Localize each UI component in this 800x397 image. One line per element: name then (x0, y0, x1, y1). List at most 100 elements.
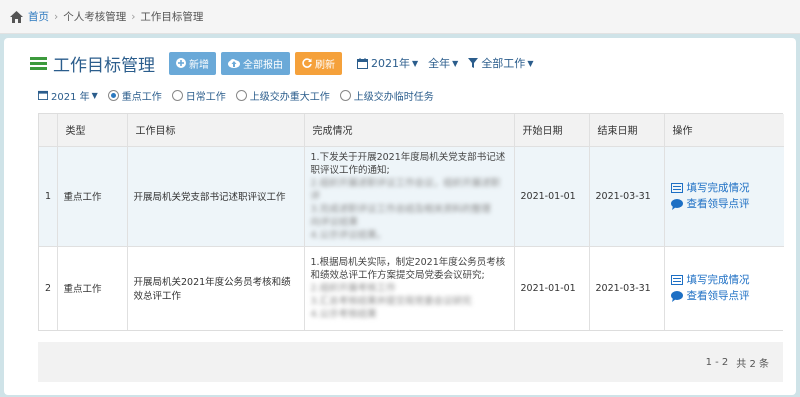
comment-icon (670, 198, 683, 210)
fill-completion-label: 填写完成情况 (686, 274, 750, 287)
column-header-index (39, 114, 57, 146)
home-icon (10, 10, 23, 23)
breadcrumb: 首页 › 个人考核管理 › 工作目标管理 (0, 0, 800, 34)
progress-line-blurred: 2.组织开展考核工作 (310, 282, 396, 294)
view-comment-link[interactable]: 查看领导点评 (670, 196, 779, 212)
main-panel: 工作目标管理 新增 全部报由 刷新 2021年 ▼ 全年 ▼ 全部工作 ▼ 20… (4, 38, 796, 395)
year-filter-value: 2021年 (371, 57, 410, 70)
cell-goal: 开展局机关2021年度公务员考核和绩效总评工作 (126, 245, 304, 330)
year-filter-dropdown[interactable]: 2021年 ▼ (357, 55, 418, 71)
column-header-action: 操作 (663, 114, 784, 146)
cell-goal: 开展局机关党支部书记述职评议工作 (126, 145, 304, 246)
progress-line-blurred: 2.组织开展述职评议工作会议，组织开展述职评 (310, 177, 501, 202)
radio-circle (107, 89, 119, 101)
table-row: 1 重点工作 开展局机关党支部书记述职评议工作 1.下发关于开展2021年度局机… (39, 145, 784, 246)
progress-line: 1.下发关于开展2021年度局机关党支部书记述 (310, 151, 506, 163)
refresh-button-label: 刷新 (315, 59, 335, 71)
radio-key-work[interactable]: 重点工作 (107, 88, 162, 103)
plus-circle-icon (176, 58, 186, 68)
radio-circle (339, 89, 351, 101)
breadcrumb-sep-1: › (54, 10, 59, 23)
cell-actions: 填写完成情况 查看领导点评 (663, 245, 784, 330)
column-header-goal: 工作目标 (126, 114, 304, 146)
refresh-icon (302, 58, 312, 68)
comment-icon (670, 290, 683, 302)
cell-start-date: 2021-01-01 (513, 145, 589, 246)
cell-end-date: 2021-03-31 (588, 245, 664, 330)
cell-index: 2 (39, 245, 57, 330)
cell-actions: 填写完成情况 查看领导点评 (663, 145, 784, 246)
export-all-button-label: 全部报由 (243, 59, 283, 71)
goals-table: 类型 工作目标 完成情况 开始日期 结束日期 操作 1 重点工作 开展局机关党支… (38, 113, 784, 331)
sub-year-dropdown[interactable]: 2021 年 ▼ (38, 88, 98, 103)
cell-end-date: 2021-03-31 (588, 145, 664, 246)
column-header-progress: 完成情况 (303, 114, 514, 146)
form-icon (670, 183, 683, 193)
calendar-icon (357, 57, 368, 69)
radio-label: 重点工作 (121, 91, 162, 103)
chevron-down-icon: ▼ (527, 58, 534, 68)
list-icon (30, 56, 47, 70)
progress-line-blurred: 4.公示评议结果。 (310, 229, 387, 241)
fill-completion-link[interactable]: 填写完成情况 (670, 180, 779, 196)
type-filter-dropdown[interactable]: 全部工作 ▼ (468, 55, 533, 71)
progress-line: 1.根据局机关实际，制定2021年度公务员考核 (310, 256, 506, 268)
breadcrumb-level2: 工作目标管理 (140, 11, 204, 23)
cloud-upload-icon (228, 59, 240, 68)
cell-progress: 1.下发关于开展2021年度局机关党支部书记述 职评议工作的通知; 2.组织开展… (303, 145, 514, 246)
radio-circle (235, 89, 247, 101)
chevron-down-icon: ▼ (412, 58, 419, 68)
fill-completion-label: 填写完成情况 (686, 182, 750, 194)
progress-line: 职评议工作的通知; (310, 164, 390, 176)
radio-major-assigned[interactable]: 上级交办重大工作 (235, 88, 330, 103)
radio-temp-assigned[interactable]: 上级交办临时任务 (339, 88, 434, 103)
progress-line-blurred: 向评议结果 (310, 216, 359, 228)
breadcrumb-level1[interactable]: 个人考核管理 (63, 9, 126, 24)
column-header-type: 类型 (56, 114, 127, 146)
breadcrumb-home-label: 首页 (28, 11, 49, 23)
progress-line-blurred: 3.完成述职评议工作总结及相关资料的整理 (310, 203, 491, 215)
period-filter-dropdown[interactable]: 全年 ▼ (428, 55, 458, 71)
page-title: 工作目标管理 (53, 55, 155, 76)
view-comment-label: 查看领导点评 (686, 290, 750, 303)
radio-circle (171, 89, 183, 101)
pagination-bar: 1 - 2 共 2 条 (38, 342, 783, 382)
sub-filter-row: 2021 年 ▼ 重点工作 日常工作 上级交办重大工作 上级交办临时任务 (38, 86, 434, 104)
cell-index: 1 (39, 145, 57, 246)
chevron-down-icon: ▼ (452, 58, 459, 68)
export-all-button[interactable]: 全部报由 (221, 51, 290, 75)
page-header: 工作目标管理 新增 全部报由 刷新 2021年 ▼ 全年 ▼ 全部工作 ▼ (30, 50, 533, 76)
radio-label: 日常工作 (185, 91, 226, 103)
period-filter-value: 全年 (428, 57, 451, 70)
breadcrumb-home[interactable]: 首页 (10, 9, 49, 24)
calendar-icon (38, 90, 48, 100)
pagination-total: 共 2 条 (736, 358, 769, 370)
pagination-range: 1 - 2 (705, 356, 729, 368)
column-header-end: 结束日期 (588, 114, 664, 146)
type-filter-value: 全部工作 (481, 57, 526, 70)
radio-label: 上级交办临时任务 (353, 91, 434, 103)
view-comment-link[interactable]: 查看领导点评 (670, 288, 779, 304)
cell-start-date: 2021-01-01 (513, 245, 589, 330)
column-header-start: 开始日期 (513, 114, 589, 146)
table-header-row: 类型 工作目标 完成情况 开始日期 结束日期 操作 (39, 114, 784, 146)
breadcrumb-sep-2: › (131, 10, 136, 23)
progress-line-blurred: 3.汇总考核结果并提交局党委会议研究 (310, 295, 472, 307)
filter-icon (468, 58, 479, 68)
progress-line-blurred: 4.公示考核结果 (310, 308, 377, 320)
refresh-button[interactable]: 刷新 (295, 51, 342, 75)
add-button-label: 新增 (189, 59, 209, 71)
radio-label: 上级交办重大工作 (249, 91, 330, 103)
add-button[interactable]: 新增 (169, 51, 216, 75)
table-row: 2 重点工作 开展局机关2021年度公务员考核和绩效总评工作 1.根据局机关实际… (39, 245, 784, 330)
cell-progress: 1.根据局机关实际，制定2021年度公务员考核 和绩效总评工作方案提交局党委会议… (303, 245, 514, 330)
view-comment-label: 查看领导点评 (686, 198, 750, 210)
radio-daily-work[interactable]: 日常工作 (171, 88, 226, 103)
chevron-down-icon: ▼ (91, 90, 98, 100)
progress-line: 和绩效总评工作方案提交局党委会议研究; (310, 269, 485, 281)
sub-year-value: 2021 年 (51, 91, 90, 103)
form-icon (670, 275, 683, 286)
cell-type: 重点工作 (56, 245, 127, 330)
cell-type: 重点工作 (56, 145, 127, 246)
fill-completion-link[interactable]: 填写完成情况 (670, 272, 779, 288)
